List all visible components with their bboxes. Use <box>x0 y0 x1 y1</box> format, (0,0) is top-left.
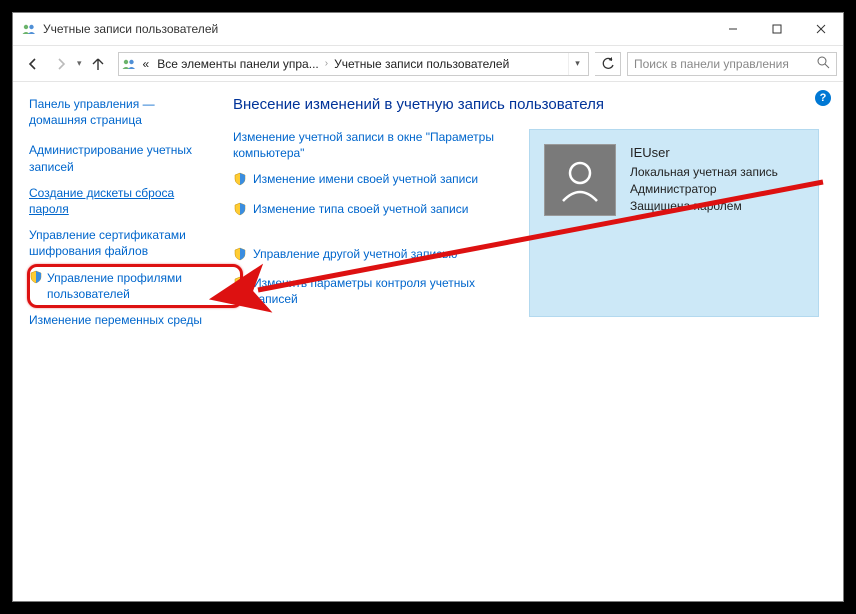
chevron-right-icon: › <box>323 58 330 69</box>
shield-icon <box>29 270 43 288</box>
forward-button[interactable] <box>47 50 75 78</box>
action-label: Изменить параметры контроля учетных запи… <box>253 275 513 307</box>
address-dropdown[interactable]: ▾ <box>568 53 586 75</box>
sidebar-item-user-profiles[interactable]: Управление профилями пользователей <box>29 270 207 302</box>
address-bar[interactable]: « Все элементы панели упра... › Учетные … <box>118 52 589 76</box>
sidebar-item-env-vars[interactable]: Изменение переменных среды <box>29 312 207 328</box>
titlebar: Учетные записи пользователей <box>13 13 843 46</box>
sidebar-item-label: Панель управления — домашняя страница <box>29 96 207 128</box>
breadcrumb-item[interactable]: Все элементы панели упра... <box>153 57 323 71</box>
action-uac-settings[interactable]: Изменить параметры контроля учетных запи… <box>233 275 513 307</box>
close-button[interactable] <box>799 14 843 45</box>
user-account-type: Локальная учетная запись <box>630 164 778 181</box>
history-dropdown[interactable]: ▾ <box>77 58 82 69</box>
window-controls <box>711 14 843 45</box>
action-label: Изменение учетной записи в окне "Парамет… <box>233 129 513 161</box>
action-label: Управление другой учетной записью <box>253 246 457 262</box>
shield-icon <box>233 202 247 220</box>
main-panel: ? Внесение изменений в учетную запись по… <box>213 82 843 601</box>
shield-icon <box>233 247 247 265</box>
action-label: Изменение типа своей учетной записи <box>253 201 468 217</box>
up-button[interactable] <box>84 50 112 78</box>
shield-icon <box>233 172 247 190</box>
user-accounts-icon <box>21 21 37 37</box>
sidebar-item-label: Администрирование учетных записей <box>29 142 207 174</box>
sidebar-item-encryption-certs[interactable]: Управление сертификатами шифрования файл… <box>29 227 207 259</box>
user-password-status: Защищена паролем <box>630 198 778 215</box>
sidebar-item-label: Управление сертификатами шифрования файл… <box>29 227 207 259</box>
maximize-button[interactable] <box>755 14 799 45</box>
user-role: Администратор <box>630 181 778 198</box>
help-icon[interactable]: ? <box>815 90 831 106</box>
avatar <box>544 144 616 216</box>
user-info: IEUser Локальная учетная запись Админист… <box>630 144 778 215</box>
page-heading: Внесение изменений в учетную запись поль… <box>233 96 823 113</box>
action-change-type[interactable]: Изменение типа своей учетной записи <box>233 201 513 220</box>
user-name: IEUser <box>630 144 778 162</box>
window-title: Учетные записи пользователей <box>43 22 218 36</box>
action-change-name[interactable]: Изменение имени своей учетной записи <box>233 171 513 190</box>
action-label: Изменение имени своей учетной записи <box>253 171 478 187</box>
search-icon <box>817 56 830 72</box>
action-manage-another[interactable]: Управление другой учетной записью <box>233 246 513 265</box>
back-button[interactable] <box>19 50 47 78</box>
search-placeholder: Поиск в панели управления <box>634 57 789 71</box>
minimize-button[interactable] <box>711 14 755 45</box>
refresh-button[interactable] <box>595 52 621 76</box>
content-area: Панель управления — домашняя страница Ад… <box>13 82 843 601</box>
sidebar-item-label: Управление профилями пользователей <box>47 270 207 302</box>
sidebar-item-label: Изменение переменных среды <box>29 312 202 328</box>
action-links-column: Изменение учетной записи в окне "Парамет… <box>233 129 513 317</box>
sidebar-item-admin-accounts[interactable]: Администрирование учетных записей <box>29 142 207 174</box>
address-icon <box>121 56 137 72</box>
breadcrumb-prefix: « <box>139 57 154 71</box>
action-change-in-settings[interactable]: Изменение учетной записи в окне "Парамет… <box>233 129 513 161</box>
home-link[interactable]: Панель управления — домашняя страница <box>29 96 207 128</box>
sidebar-item-create-reset-disk[interactable]: Создание дискеты сброса пароля <box>29 185 207 217</box>
navbar: ▾ « Все элементы панели упра... › Учетны… <box>13 46 843 82</box>
shield-icon <box>233 276 247 294</box>
breadcrumb-item[interactable]: Учетные записи пользователей <box>330 57 513 71</box>
user-card: IEUser Локальная учетная запись Админист… <box>529 129 819 317</box>
sidebar-item-label: Создание дискеты сброса пароля <box>29 185 207 217</box>
sidebar: Панель управления — домашняя страница Ад… <box>13 82 213 601</box>
search-input[interactable]: Поиск в панели управления <box>627 52 837 76</box>
control-panel-window: Учетные записи пользователей ▾ <box>12 12 844 602</box>
